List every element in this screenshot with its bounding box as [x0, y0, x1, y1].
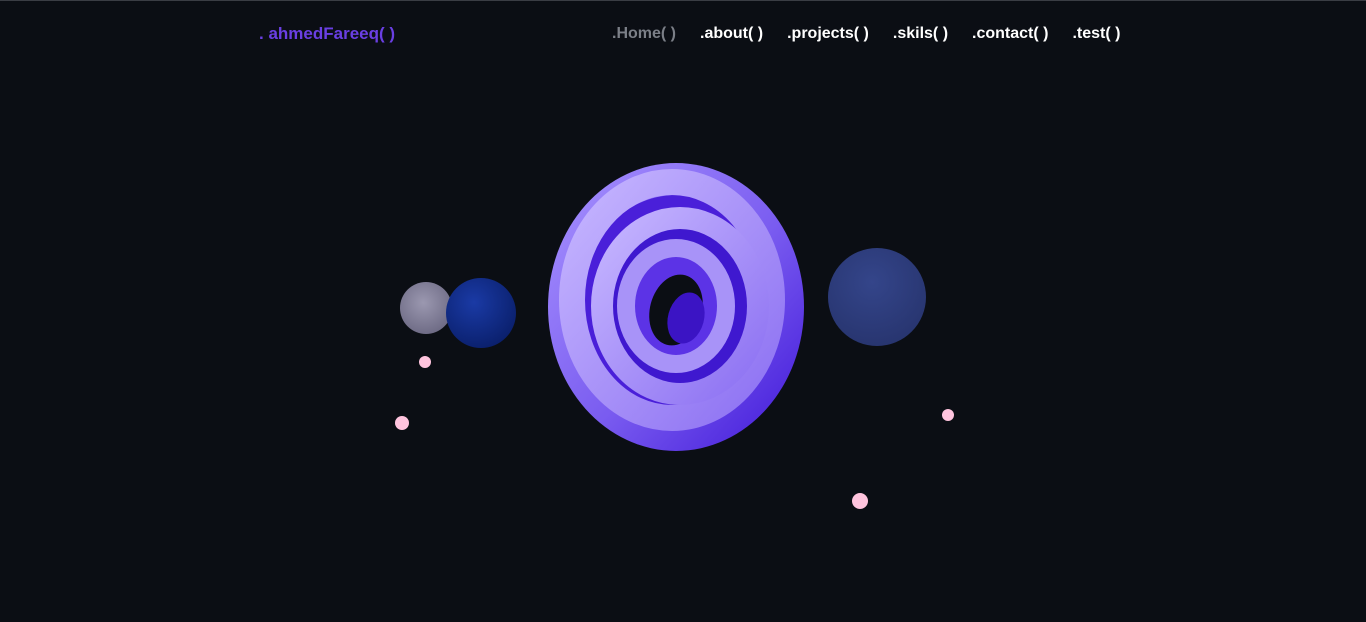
pink-particle [942, 409, 954, 421]
spiral-torus [548, 163, 804, 451]
grey-sphere [400, 282, 452, 334]
3d-scene[interactable] [0, 0, 1366, 622]
pink-particle [419, 356, 431, 368]
navy-sphere [828, 248, 926, 346]
pink-particle [852, 493, 868, 509]
pink-particle [395, 416, 409, 430]
blue-sphere [446, 278, 516, 348]
page: . ahmedFareeq( ) .Home( ) .about( ) .pro… [0, 0, 1366, 622]
